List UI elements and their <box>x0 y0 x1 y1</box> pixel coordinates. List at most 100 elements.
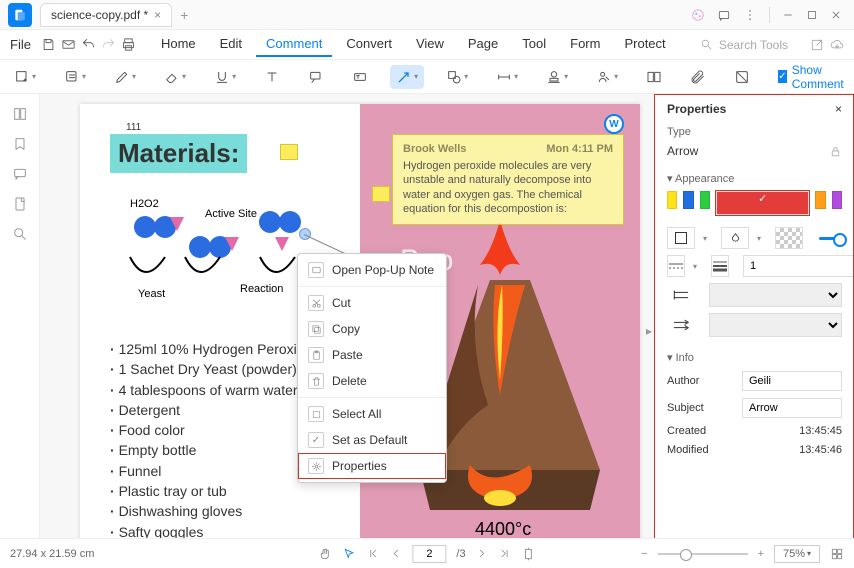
search-tools[interactable]: Search Tools <box>700 38 844 52</box>
textbox-tool[interactable] <box>346 65 374 89</box>
shapes-tool[interactable]: ▾ <box>440 65 474 89</box>
ctx-paste[interactable]: Paste <box>298 342 446 368</box>
measure-tool[interactable]: ▾ <box>490 65 524 89</box>
text-tool[interactable] <box>258 65 286 89</box>
next-page-icon[interactable] <box>476 547 489 560</box>
zoom-value[interactable]: 75% ▾ <box>774 545 820 563</box>
ctx-copy[interactable]: Copy <box>298 316 446 342</box>
tab-comment[interactable]: Comment <box>256 32 332 57</box>
fit-page-icon[interactable] <box>830 547 844 561</box>
sticky-note-icon[interactable] <box>280 144 298 160</box>
tab-view[interactable]: View <box>406 32 454 57</box>
hide-tool[interactable] <box>728 65 756 89</box>
note-tool[interactable]: ▾ <box>8 65 42 89</box>
page-input[interactable] <box>412 545 446 563</box>
cut-icon <box>308 295 324 311</box>
ctx-set-default[interactable]: ✓Set as Default <box>298 427 446 453</box>
swatch-blue[interactable] <box>683 191 693 209</box>
close-panel-icon[interactable]: × <box>835 102 842 116</box>
underline-tool[interactable]: ▾ <box>208 65 242 89</box>
end-style-select[interactable] <box>709 313 842 337</box>
share-icon[interactable] <box>810 38 824 52</box>
tab-edit[interactable]: Edit <box>210 32 252 57</box>
signature-tool[interactable]: ▾ <box>590 65 624 89</box>
thickness-input[interactable] <box>743 255 854 277</box>
undo-icon[interactable] <box>81 37 101 52</box>
ctx-properties[interactable]: Properties <box>298 453 446 479</box>
info-section[interactable]: Info <box>667 351 842 364</box>
ctx-open-popup[interactable]: Open Pop-Up Note <box>298 257 446 283</box>
document-tab[interactable]: science-copy.pdf * × <box>40 3 172 27</box>
author-badge-icon[interactable]: W <box>604 114 624 134</box>
tab-close-icon[interactable]: × <box>154 8 161 22</box>
swatch-green[interactable] <box>700 191 710 209</box>
print-icon[interactable] <box>121 37 141 52</box>
list-item: Plastic tray or tub <box>110 481 312 501</box>
last-page-icon[interactable] <box>499 547 512 560</box>
arrow-tool[interactable]: ▾ <box>390 65 424 89</box>
hand-tool-icon[interactable] <box>318 547 332 561</box>
compare-tool[interactable] <box>640 65 668 89</box>
comments-icon[interactable] <box>12 166 28 182</box>
notification-icon[interactable] <box>717 8 731 22</box>
save-icon[interactable] <box>41 37 61 52</box>
swatch-yellow[interactable] <box>667 191 677 209</box>
search-panel-icon[interactable] <box>12 226 28 242</box>
opacity-picker[interactable] <box>775 227 803 249</box>
zoom-in-icon[interactable]: + <box>758 548 764 560</box>
new-tab-button[interactable]: + <box>180 7 188 23</box>
zoom-slider[interactable] <box>658 553 748 555</box>
first-page-icon[interactable] <box>366 547 379 560</box>
show-comment-toggle[interactable]: ✓ Show Comment <box>772 59 854 95</box>
pencil-tool[interactable]: ▾ <box>108 65 142 89</box>
bookmarks-icon[interactable] <box>12 136 28 152</box>
opacity-slider[interactable] <box>819 237 842 240</box>
thumbnails-icon[interactable] <box>12 106 28 122</box>
scroll-mode-icon[interactable] <box>522 547 536 561</box>
highlight-tool[interactable]: ▾ <box>58 65 92 89</box>
stroke-color-picker[interactable] <box>667 227 695 249</box>
zoom-out-icon[interactable]: − <box>641 548 647 560</box>
fill-color-picker[interactable] <box>721 227 749 249</box>
select-tool-icon[interactable] <box>342 547 356 561</box>
ctx-select-all[interactable]: Select All <box>298 401 446 427</box>
attachments-icon[interactable] <box>12 196 28 212</box>
ctx-delete[interactable]: Delete <box>298 368 446 394</box>
mail-icon[interactable] <box>61 37 81 52</box>
maximize-button[interactable] <box>806 9 818 21</box>
attachment-tool[interactable] <box>684 65 712 89</box>
author-input[interactable] <box>742 371 842 391</box>
note-icon <box>308 262 324 278</box>
file-menu[interactable]: File <box>0 37 41 52</box>
minimize-button[interactable] <box>782 9 794 21</box>
subject-input[interactable] <box>742 398 842 418</box>
tab-form[interactable]: Form <box>560 32 610 57</box>
tab-protect[interactable]: Protect <box>614 32 675 57</box>
swatch-red[interactable]: ✓ <box>716 191 809 215</box>
document-canvas[interactable]: Materials: 111 W Brook Wells Mon 4:11 PM… <box>40 94 654 553</box>
swatch-orange[interactable] <box>815 191 825 209</box>
tab-page[interactable]: Page <box>458 32 508 57</box>
panel-collapse-icon[interactable]: ▸ <box>646 324 652 338</box>
redo-icon[interactable] <box>101 37 121 52</box>
comment-popup[interactable]: Brook Wells Mon 4:11 PM Hydrogen peroxid… <box>392 134 624 225</box>
appearance-section[interactable]: Appearance <box>667 172 842 185</box>
tab-tool[interactable]: Tool <box>512 32 556 57</box>
lock-icon[interactable] <box>829 145 842 158</box>
prev-page-icon[interactable] <box>389 547 402 560</box>
stamp-tool[interactable]: ▾ <box>540 65 574 89</box>
cloud-icon[interactable] <box>830 38 844 52</box>
callout-tool[interactable] <box>302 65 330 89</box>
tab-convert[interactable]: Convert <box>336 32 402 57</box>
eraser-tool[interactable]: ▾ <box>158 65 192 89</box>
more-icon[interactable] <box>743 8 757 22</box>
swatch-purple[interactable] <box>832 191 842 209</box>
thickness-picker[interactable] <box>711 255 729 277</box>
start-style-select[interactable] <box>709 283 842 307</box>
sticky-note-icon[interactable] <box>372 186 390 202</box>
close-button[interactable] <box>830 9 842 21</box>
line-style-picker[interactable] <box>667 255 685 277</box>
theme-icon[interactable] <box>691 8 705 22</box>
ctx-cut[interactable]: Cut <box>298 290 446 316</box>
tab-home[interactable]: Home <box>151 32 206 57</box>
